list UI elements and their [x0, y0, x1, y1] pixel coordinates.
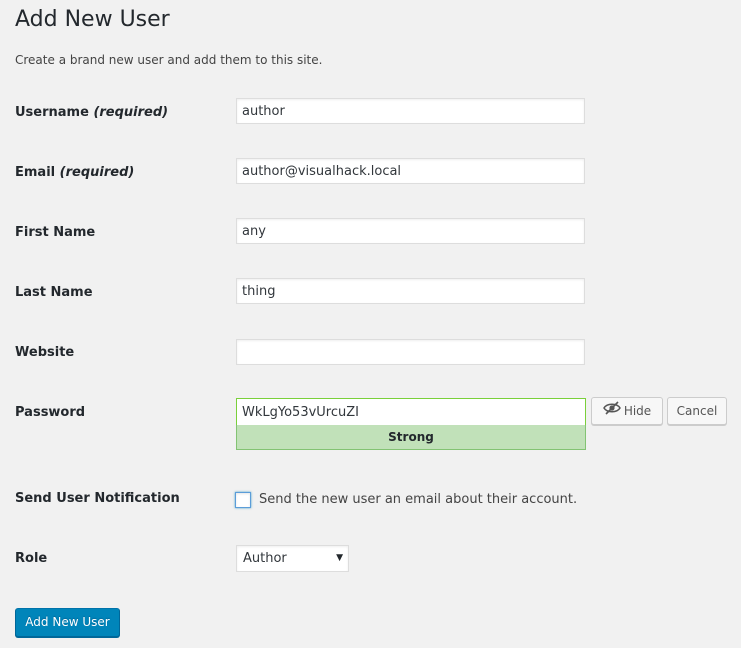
role-selected-value: Author	[243, 551, 287, 566]
cancel-password-button[interactable]: Cancel	[667, 397, 727, 425]
last-name-label: Last Name	[15, 285, 93, 300]
hide-button-label: Hide	[623, 404, 652, 418]
add-user-page: Add New User Create a brand new user and…	[0, 0, 741, 648]
first-name-label: First Name	[15, 225, 96, 240]
send-notification-checkbox[interactable]	[235, 492, 251, 508]
password-strength-meter: Strong	[236, 425, 586, 450]
username-label: Username (required)	[15, 104, 168, 122]
hide-password-button[interactable]: Hide	[591, 397, 663, 425]
eye-slash-icon	[602, 398, 621, 424]
username-required-note: (required)	[93, 105, 169, 120]
role-label: Role	[15, 551, 48, 566]
email-input[interactable]	[236, 158, 585, 184]
page-title: Add New User	[15, 7, 170, 32]
page-description: Create a brand new user and add them to …	[15, 53, 323, 67]
last-name-input[interactable]	[236, 278, 585, 304]
add-new-user-button[interactable]: Add New User	[15, 608, 120, 637]
website-label: Website	[15, 345, 75, 360]
email-label: Email (required)	[15, 164, 134, 182]
password-input[interactable]	[236, 398, 586, 425]
send-notification-checkbox-label[interactable]: Send the new user an email about their a…	[259, 491, 577, 509]
notification-label: Send User Notification	[15, 491, 180, 506]
website-input[interactable]	[236, 339, 585, 365]
username-input[interactable]	[236, 98, 585, 124]
password-label: Password	[15, 405, 86, 420]
triangle-down-icon: ▼	[336, 553, 343, 563]
role-select[interactable]: Author ▼	[236, 545, 349, 572]
username-label-text: Username	[15, 105, 89, 120]
email-required-note: (required)	[59, 165, 135, 180]
email-label-text: Email	[15, 165, 56, 180]
first-name-input[interactable]	[236, 218, 585, 244]
